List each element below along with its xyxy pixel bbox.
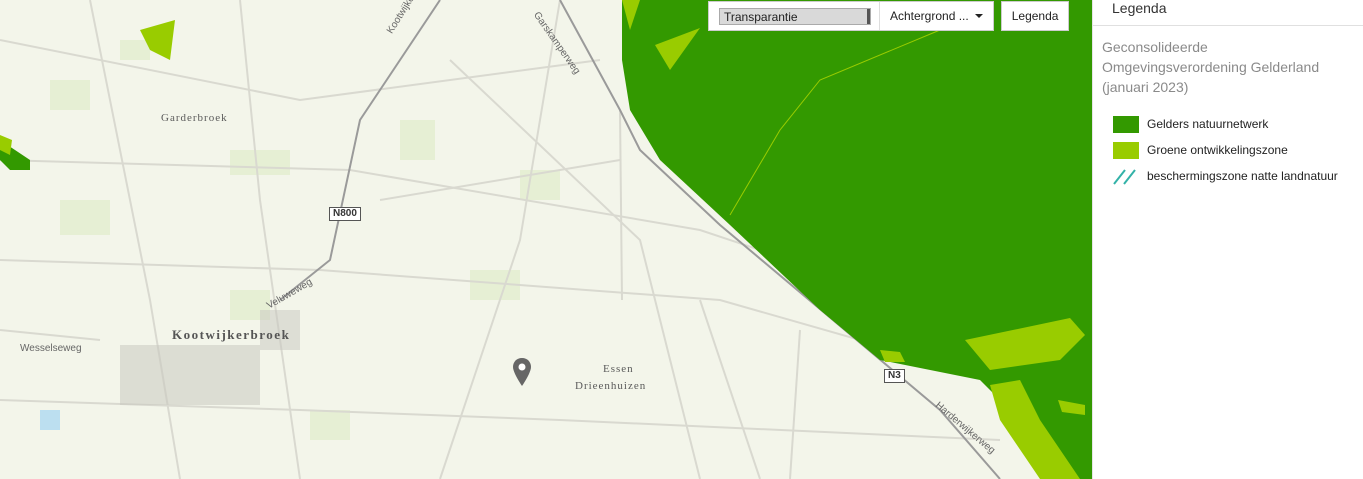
legend-item-label: Gelders natuurnetwerk	[1147, 117, 1269, 131]
legend-button[interactable]: Legenda	[1000, 1, 1070, 31]
transparency-label: Transparantie	[724, 10, 798, 24]
legend-swatch-hatch	[1113, 168, 1139, 185]
legend-list: Gelders natuurnetwerk Groene ontwikkelin…	[1093, 97, 1363, 189]
place-label: Essen	[603, 363, 634, 375]
background-dropdown[interactable]: Achtergrond ...	[880, 2, 993, 30]
place-label: Kootwijkerbroek	[172, 327, 291, 342]
slider-thumb[interactable]	[867, 9, 870, 24]
toolbar-group: Transparantie Achtergrond ...	[708, 1, 994, 31]
map-pin-icon[interactable]	[512, 358, 532, 386]
transparency-slider[interactable]: Transparantie	[719, 8, 871, 25]
place-label: Garderbroek	[161, 112, 228, 124]
layer-title: Geconsolideerde Omgevingsverordening Gel…	[1102, 39, 1320, 95]
legend-item: Groene ontwikkelingszone	[1113, 137, 1363, 163]
route-shield: N3	[884, 369, 905, 383]
legend-panel-title: Legenda	[1093, 0, 1363, 26]
legend-item: Gelders natuurnetwerk	[1113, 111, 1363, 137]
background-dropdown-label: Achtergrond ...	[890, 9, 969, 23]
route-shield: N800	[329, 207, 361, 221]
caret-down-icon	[974, 14, 983, 18]
legend-swatch	[1113, 115, 1139, 133]
legend-item-label: beschermingszone natte landnatuur	[1147, 169, 1338, 183]
road-label: Wesselseweg	[20, 343, 82, 354]
map-toolbar: Transparantie Achtergrond ... Legenda	[708, 1, 1070, 31]
place-label: Drieenhuizen	[575, 380, 647, 392]
transparency-control: Transparantie	[709, 2, 880, 30]
legend-swatch	[1113, 141, 1139, 159]
legend-panel: Legenda Geconsolideerde Omgevingsverorde…	[1092, 0, 1363, 479]
map-basemap	[0, 0, 1092, 479]
map-canvas[interactable]: Garderbroek Kootwijkerbroek Essen Drieen…	[0, 0, 1092, 479]
legend-item-label: Groene ontwikkelingszone	[1147, 143, 1288, 157]
legend-item: beschermingszone natte landnatuur	[1113, 163, 1363, 189]
